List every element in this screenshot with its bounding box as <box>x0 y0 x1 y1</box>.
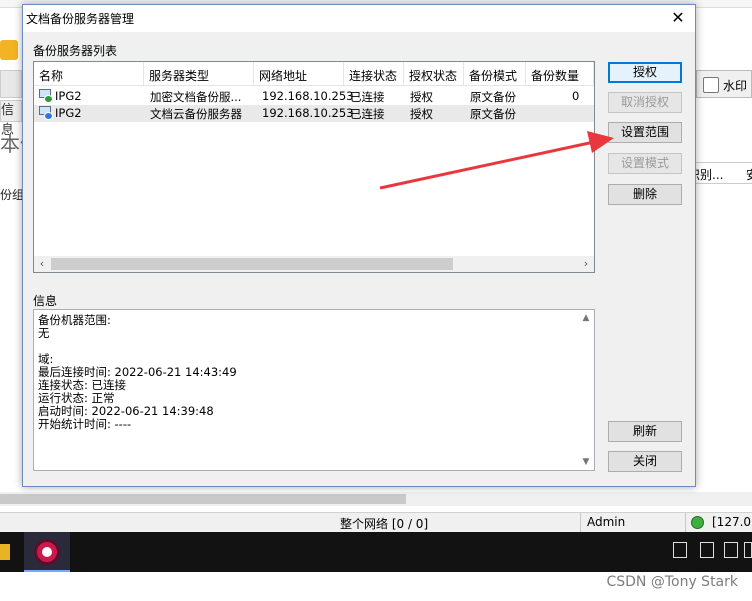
background-tab[interactable] <box>0 70 22 98</box>
watermark-tab-label: 水印 <box>723 79 748 93</box>
status-user: Admin <box>587 515 626 529</box>
folder-icon[interactable] <box>0 544 10 560</box>
dialog-titlebar[interactable]: 文档备份服务器管理 ✕ <box>23 5 695 32</box>
watermark-tab[interactable]: 水印 <box>696 70 752 98</box>
watermark-icon <box>703 77 719 93</box>
toolbar-arrow-icon[interactable] <box>0 40 18 60</box>
scroll-up-icon[interactable]: ▲ <box>578 310 594 326</box>
taskbar <box>0 532 752 572</box>
close-button[interactable]: 关闭 <box>608 451 682 472</box>
app-record-icon <box>34 539 60 565</box>
scrollbar-thumb[interactable] <box>0 494 406 504</box>
tray-device-icon[interactable] <box>700 542 714 558</box>
delete-button[interactable]: 删除 <box>608 184 682 205</box>
col-connection[interactable]: 连接状态 <box>344 62 404 86</box>
background-group-label: 份组 <box>0 188 25 202</box>
list-horizontal-scrollbar[interactable]: ‹ › <box>34 256 594 272</box>
server-icon <box>39 89 53 103</box>
status-network: 整个网络 [0 / 0] <box>340 517 429 531</box>
set-scope-button[interactable]: 设置范围 <box>608 122 682 143</box>
scroll-left-icon[interactable]: ‹ <box>34 256 50 272</box>
list-header: 名称 服务器类型 网络地址 连接状态 授权状态 备份模式 备份数量 <box>34 62 594 86</box>
background-col-security[interactable]: 安 <box>746 166 752 183</box>
tray-extra-icon[interactable] <box>744 542 752 558</box>
table-row[interactable]: IPG2 文档云备份服务器 192.168.10.253 已连接 授权 原文备份 <box>34 105 594 122</box>
col-address[interactable]: 网络地址 <box>254 62 344 86</box>
col-name[interactable]: 名称 <box>34 62 144 86</box>
col-type[interactable]: 服务器类型 <box>144 62 254 86</box>
server-icon <box>39 106 53 120</box>
list-scroll-thumb[interactable] <box>51 258 453 270</box>
scroll-down-icon[interactable]: ▼ <box>578 454 594 470</box>
dialog-title: 文档备份服务器管理 <box>26 12 135 26</box>
tray-network-icon[interactable] <box>724 542 738 558</box>
csdn-watermark: CSDN @Tony Stark <box>606 574 738 590</box>
authorize-button[interactable]: 授权 <box>608 62 682 83</box>
col-mode[interactable]: 备份模式 <box>464 62 526 86</box>
tray-sync-icon[interactable] <box>673 542 687 558</box>
background-horizontal-scrollbar[interactable] <box>0 492 752 506</box>
revoke-authorization-button[interactable]: 取消授权 <box>608 92 682 113</box>
status-bar: 整个网络 [0 / 0] Admin [127.0. <box>0 512 752 533</box>
close-icon[interactable]: ✕ <box>667 8 689 28</box>
server-list[interactable]: 名称 服务器类型 网络地址 连接状态 授权状态 备份模式 备份数量 IPG2 加… <box>33 61 595 273</box>
info-textarea[interactable]: 备份机器范围: 无 域: 最后连接时间: 2022-06-21 14:43:49… <box>33 309 595 471</box>
col-auth[interactable]: 授权状态 <box>404 62 464 86</box>
info-vertical-scrollbar[interactable]: ▲ ▼ <box>578 310 594 470</box>
info-label: 信息 <box>33 294 58 308</box>
status-server: [127.0. <box>712 515 752 529</box>
col-count[interactable]: 备份数量 <box>526 62 594 86</box>
set-mode-button[interactable]: 设置模式 <box>608 153 682 174</box>
server-list-label: 备份服务器列表 <box>33 44 118 58</box>
refresh-button[interactable]: 刷新 <box>608 421 682 442</box>
backup-server-dialog: 文档备份服务器管理 ✕ 备份服务器列表 名称 服务器类型 网络地址 连接状态 授… <box>22 4 696 487</box>
background-info-tab[interactable]: 信息 <box>0 100 22 138</box>
taskbar-app-button[interactable] <box>24 532 70 572</box>
connection-status-icon <box>691 516 704 529</box>
scroll-right-icon[interactable]: › <box>578 256 594 272</box>
table-row[interactable]: IPG2 加密文档备份服... 192.168.10.253 已连接 授权 原文… <box>34 88 594 105</box>
